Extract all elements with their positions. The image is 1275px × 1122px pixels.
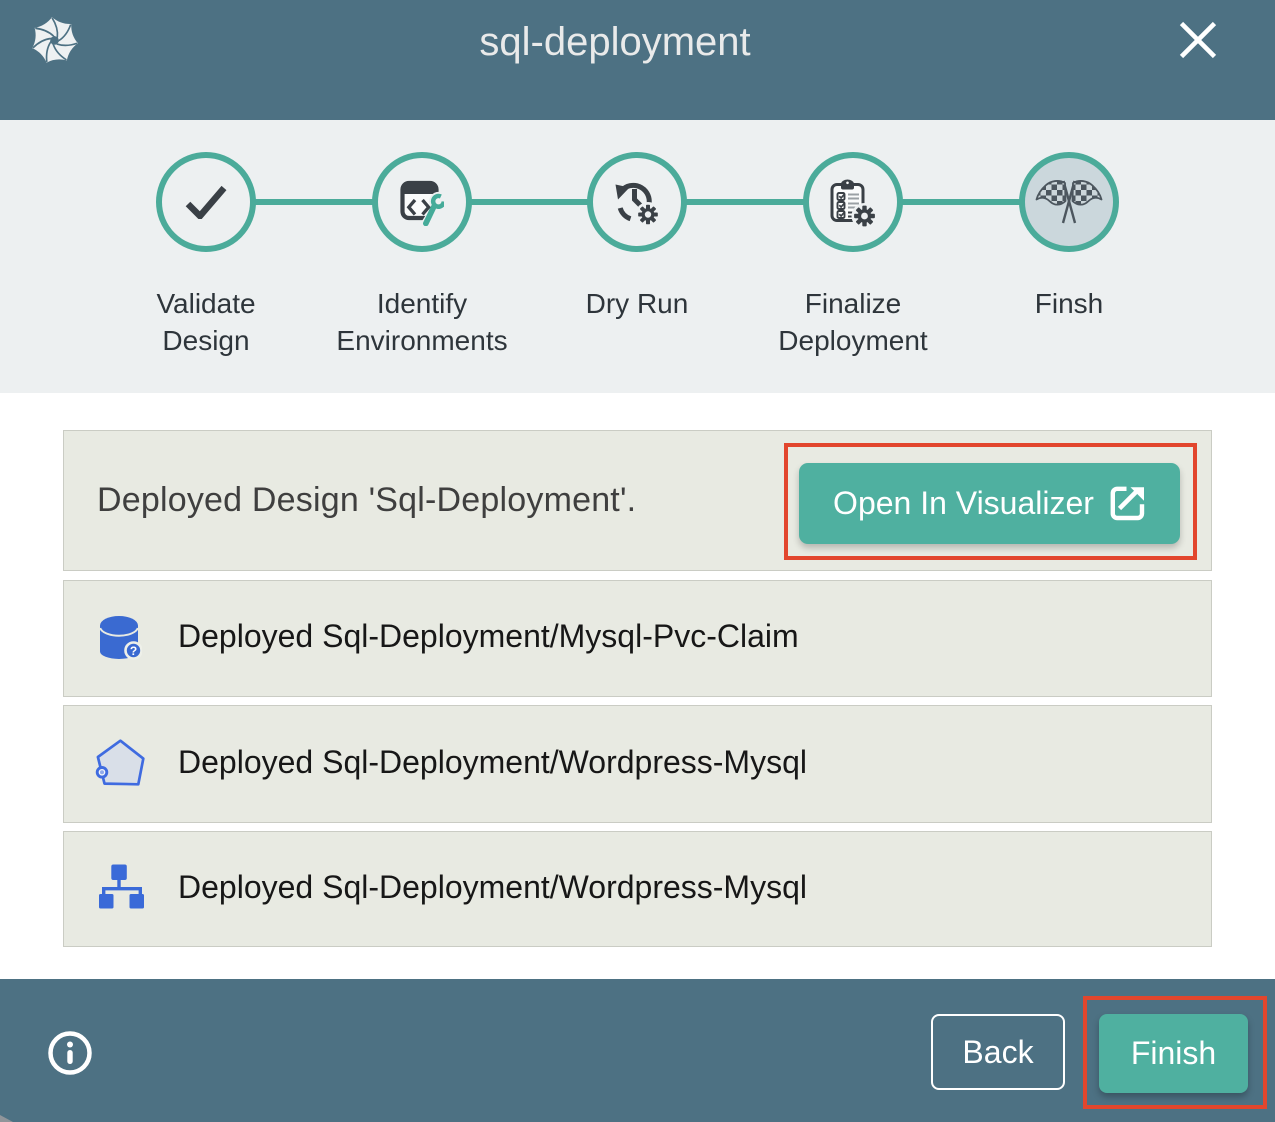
svg-text:?: ? [130, 644, 137, 658]
